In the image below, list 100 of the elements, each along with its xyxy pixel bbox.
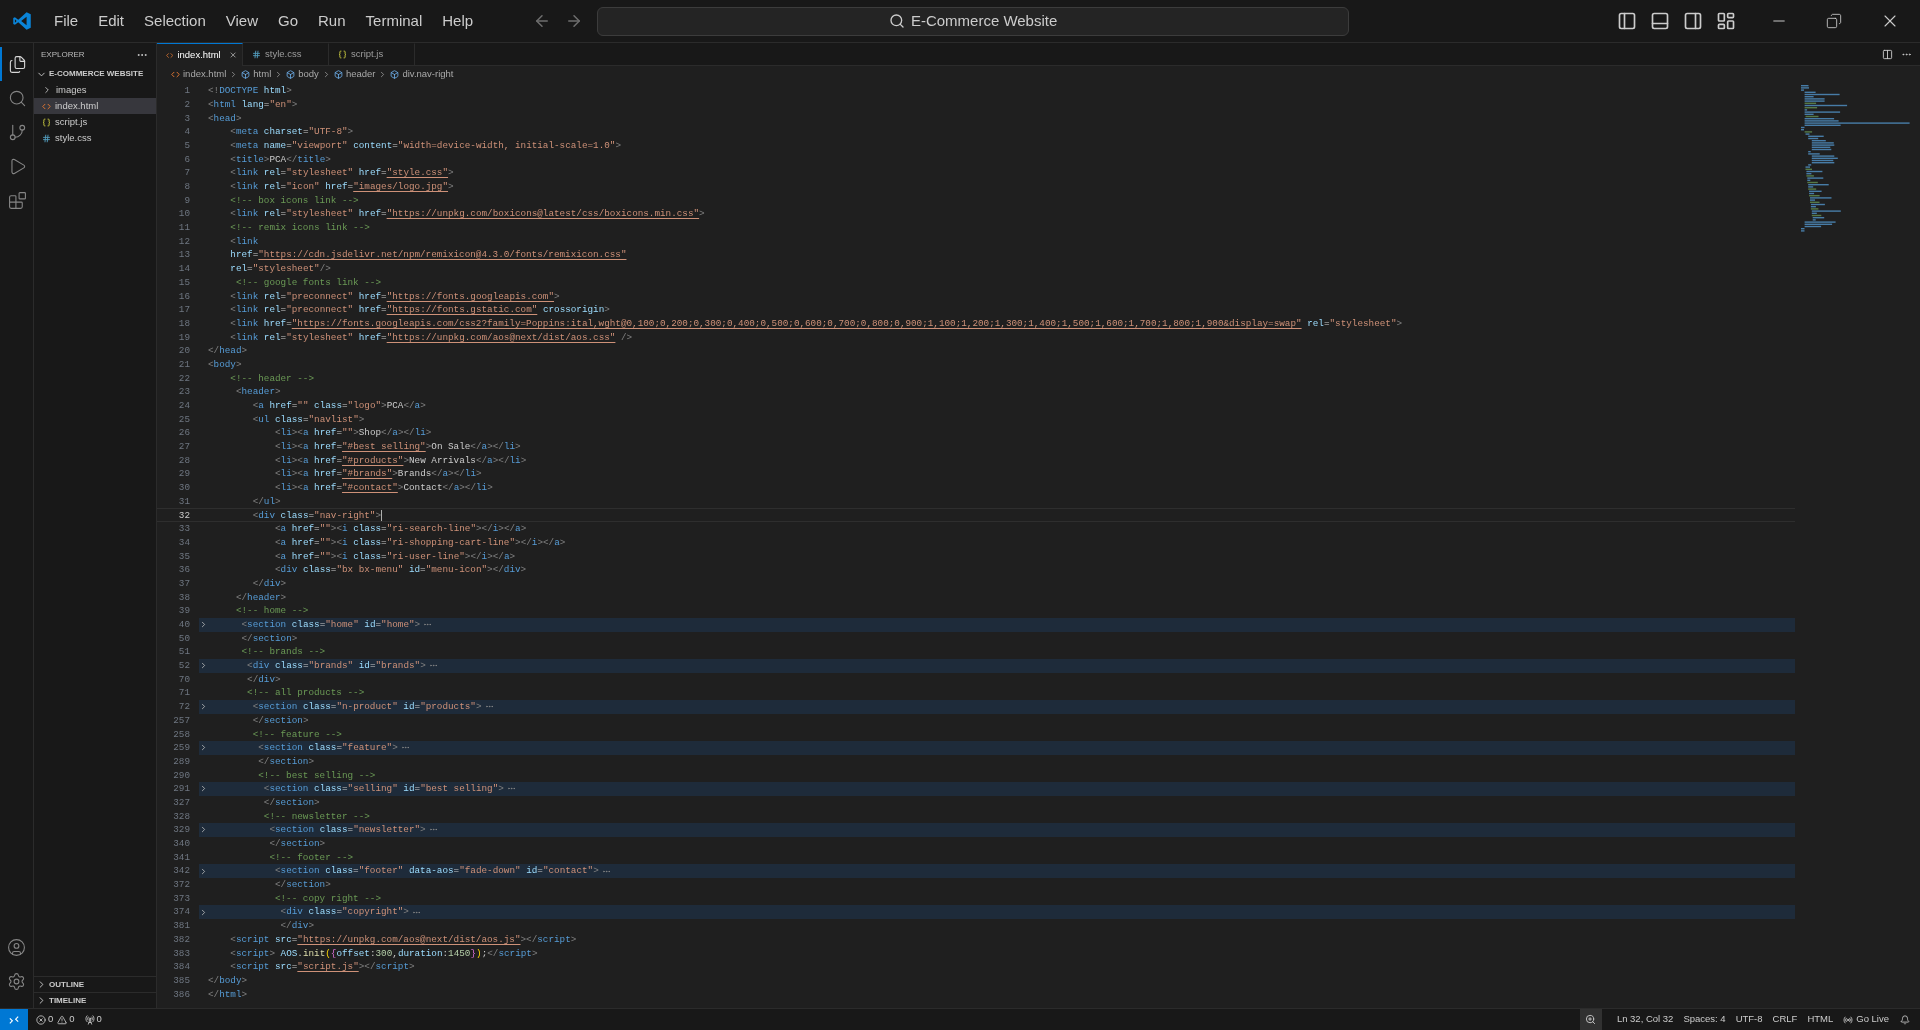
code-line: <link rel="stylesheet" href="https://unpkg.com/aos@next/dist/aos.css" />: [229, 332, 633, 342]
line-number: 31: [177, 496, 190, 507]
fold-chevron-icon[interactable]: [199, 661, 208, 671]
fold-chevron-icon[interactable]: [199, 743, 208, 753]
indentation-button[interactable]: Spaces: 4: [1678, 1012, 1731, 1027]
line-number: 30: [177, 483, 190, 493]
line-number: 25: [177, 414, 190, 424]
code-file-icon: [166, 50, 174, 60]
folder-header[interactable]: E-COMMERCE WEBSITE: [34, 66, 156, 82]
code-line: <section class="newsletter">: [268, 825, 426, 835]
menu-item[interactable]: Run: [308, 6, 356, 36]
menu-item[interactable]: Edit: [88, 6, 135, 36]
fold-chevron-icon[interactable]: [199, 825, 208, 835]
sidebar-section-header[interactable]: OUTLINE: [34, 976, 156, 992]
code-line: </div>: [279, 921, 315, 931]
menu-item[interactable]: Go: [268, 6, 308, 36]
code-line: <link rel="preconnect" href="https://fonts.gstatic.com" crossorigin>: [229, 305, 610, 315]
fold-chevron-icon[interactable]: [199, 907, 208, 917]
line-number: 1: [183, 86, 190, 96]
line-number: 9: [183, 195, 190, 205]
code-line: </head>: [208, 346, 248, 356]
line-number: 6: [183, 154, 190, 164]
line-number: 72: [177, 702, 190, 712]
code-line: <script src="script.js"></script>: [229, 962, 415, 972]
toggle-sidebar-icon[interactable]: [1617, 11, 1637, 31]
code-line: </body>: [208, 975, 248, 986]
fold-chevron-icon[interactable]: [199, 866, 208, 876]
menu-item[interactable]: Terminal: [355, 6, 433, 36]
minimap-drawing[interactable]: [1801, 85, 1913, 235]
go-live-button[interactable]: Go Live: [1838, 1012, 1894, 1027]
file-tree-item[interactable]: style.css: [34, 130, 156, 146]
breadcrumb-item[interactable]: body: [286, 67, 319, 82]
line-number: 35: [177, 551, 190, 561]
breadcrumb-item[interactable]: index.html: [171, 67, 227, 82]
blocks-icon[interactable]: [8, 190, 27, 210]
breadcrumb-item[interactable]: header: [333, 67, 376, 82]
code-line: <link rel="stylesheet" href="https://unpkg.com/boxicons@latest/css/boxicons.min.css">: [229, 209, 705, 219]
code-file-icon: [42, 101, 51, 111]
toggle-panel-icon[interactable]: [1650, 11, 1670, 31]
ports-button[interactable]: 0: [84, 1012, 102, 1027]
line-number: 384: [172, 962, 190, 972]
line-number: 341: [172, 852, 190, 862]
line-number: 10: [177, 209, 190, 219]
code-line: <!-- home -->: [234, 606, 309, 616]
line-number: 329: [172, 825, 190, 835]
settings-icon[interactable]: [7, 971, 26, 991]
fold-chevron-icon[interactable]: [199, 702, 208, 712]
encoding-button[interactable]: UTF-8: [1730, 1012, 1768, 1027]
breadcrumb-item[interactable]: div.nav-right: [390, 67, 454, 82]
search-icon[interactable]: [8, 88, 27, 108]
restore-icon[interactable]: [1826, 13, 1842, 29]
code-line: <section class="home" id="home">: [240, 620, 421, 630]
fold-chevron-icon[interactable]: [199, 620, 208, 630]
line-number: 373: [172, 893, 190, 904]
file-tree-item[interactable]: script.js: [34, 114, 156, 130]
problems-button[interactable]: 0 0: [36, 1012, 75, 1027]
play-icon[interactable]: [8, 156, 27, 176]
line-number: 32: [177, 510, 190, 520]
breadcrumb-item[interactable]: html: [241, 67, 272, 82]
account-icon[interactable]: [7, 937, 26, 957]
fold-chevron-icon[interactable]: [199, 784, 208, 794]
line-number: 18: [177, 318, 190, 329]
line-number: 36: [177, 565, 190, 575]
line-number: 17: [177, 305, 190, 315]
line-number: 71: [177, 688, 190, 698]
code-line: </section>: [251, 715, 309, 726]
line-number: 328: [172, 811, 190, 821]
code-line: <!-- feature -->: [251, 729, 342, 739]
close-tab-icon[interactable]: [228, 50, 237, 60]
language-button[interactable]: HTML: [1802, 1012, 1839, 1027]
code-line: <li><a href="">Shop</a></li>: [273, 428, 432, 438]
broadcast-icon: [1843, 1014, 1854, 1025]
file-tree-item[interactable]: images: [34, 82, 156, 98]
menu-item[interactable]: View: [215, 6, 268, 36]
zoom-button[interactable]: [1579, 1009, 1602, 1030]
line-number: 383: [172, 948, 190, 958]
code-line: </section>: [262, 797, 320, 808]
menu-item[interactable]: File: [44, 6, 89, 36]
editor-tab[interactable]: index.html: [157, 43, 243, 66]
code-line: <div class="copyright">: [279, 907, 409, 917]
line-number: 50: [177, 633, 190, 643]
remote-button[interactable]: [0, 1009, 28, 1030]
line-number: 382: [172, 934, 190, 945]
branch-icon[interactable]: [8, 122, 27, 142]
file-tree-item[interactable]: index.html: [34, 98, 156, 114]
code-line: </header>: [234, 592, 287, 602]
files-icon[interactable]: [8, 54, 27, 74]
notifications-icon[interactable]: [1900, 1014, 1910, 1025]
menu-item[interactable]: Help: [432, 6, 484, 36]
menu-item[interactable]: Selection: [134, 6, 216, 36]
command-center-field[interactable]: E-Commerce Website: [597, 6, 1350, 36]
command-center-text: E-Commerce Website: [910, 10, 1058, 31]
line-number: 12: [177, 236, 190, 247]
cursor-position[interactable]: Ln 32, Col 32: [1611, 1012, 1679, 1027]
logo-icon[interactable]: [12, 11, 32, 31]
line-ending-button[interactable]: CRLF: [1767, 1012, 1803, 1027]
layout-icon[interactable]: [1716, 11, 1736, 31]
hash-file-icon: [252, 50, 261, 59]
split-editor-icon[interactable]: [1882, 48, 1893, 60]
toggle-secondary-sidebar-icon[interactable]: [1683, 11, 1703, 31]
